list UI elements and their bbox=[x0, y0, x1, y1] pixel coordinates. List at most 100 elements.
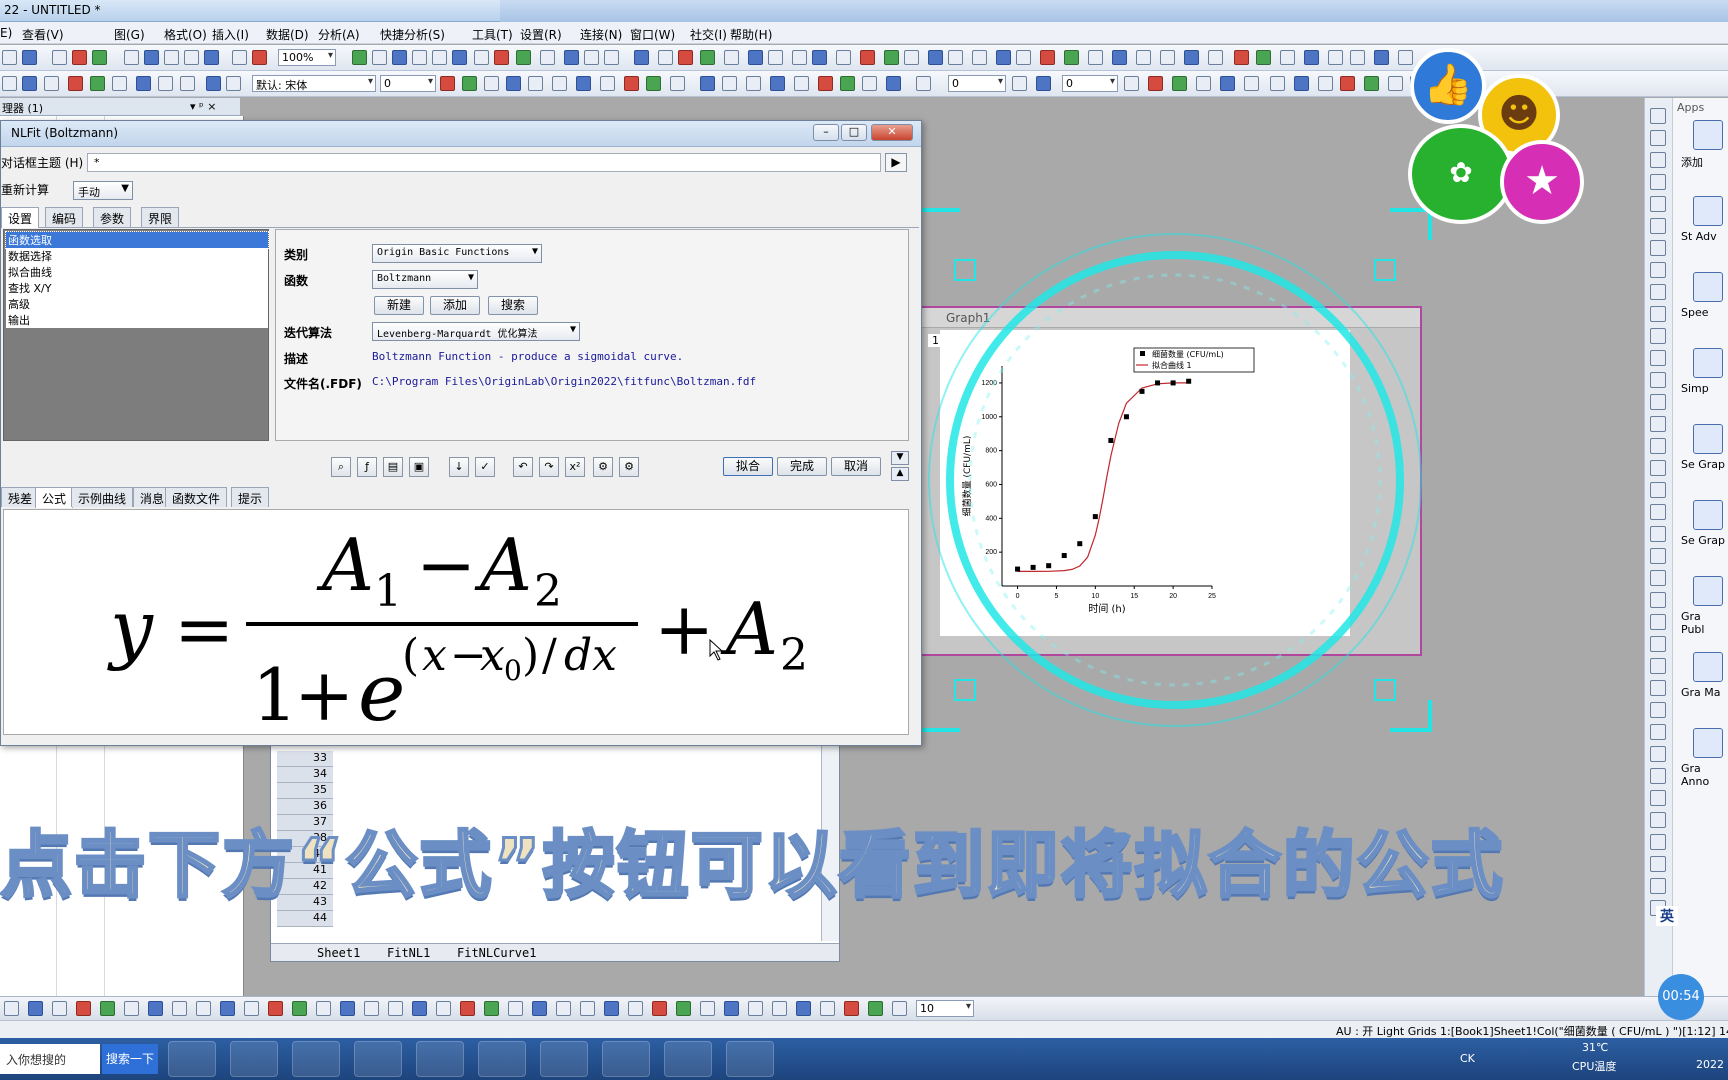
toolbar-tool-icon[interactable] bbox=[144, 50, 159, 65]
plot-tool-icon[interactable] bbox=[148, 1001, 163, 1016]
maximize-button[interactable]: □ bbox=[841, 124, 867, 141]
app-item[interactable]: Spee bbox=[1681, 270, 1727, 340]
sheet-tab[interactable]: FitNL1 bbox=[387, 946, 430, 960]
plot-tool-icon[interactable] bbox=[316, 1001, 331, 1016]
lower-tab-formula[interactable]: 公式 bbox=[35, 487, 74, 508]
toolbar-tool-icon[interactable] bbox=[670, 76, 685, 91]
toolbar-tool-icon[interactable] bbox=[634, 50, 649, 65]
toolbar-tool-icon[interactable] bbox=[22, 76, 37, 91]
graph-tool-icon[interactable] bbox=[1650, 658, 1666, 674]
graph-tool-icon[interactable] bbox=[1650, 416, 1666, 432]
toolbar-tool-icon[interactable] bbox=[1012, 76, 1027, 91]
plot-tool-icon[interactable] bbox=[724, 1001, 739, 1016]
graph-tool-icon[interactable] bbox=[1650, 218, 1666, 234]
graph-tool-icon[interactable] bbox=[1650, 614, 1666, 630]
menu-item[interactable]: 插入(I) bbox=[212, 26, 249, 43]
toolbar-tool-icon[interactable] bbox=[624, 76, 639, 91]
graph-tool-icon[interactable] bbox=[1650, 174, 1666, 190]
plot-tool-icon[interactable] bbox=[844, 1001, 859, 1016]
toolbar-tool-icon[interactable] bbox=[112, 76, 127, 91]
toolbar-tool-icon[interactable] bbox=[1088, 50, 1103, 65]
toolbar-tool-icon[interactable] bbox=[44, 76, 59, 91]
toolbar-tool-icon[interactable] bbox=[494, 50, 509, 65]
plot-tool-icon[interactable] bbox=[436, 1001, 451, 1016]
toolbar-tool-icon[interactable] bbox=[90, 76, 105, 91]
toolbar-tool-icon[interactable] bbox=[1364, 76, 1379, 91]
lower-tab-function-file[interactable]: 函数文件 bbox=[165, 487, 228, 507]
plot-tool-icon[interactable] bbox=[340, 1001, 355, 1016]
tab-settings[interactable]: 设置 bbox=[1, 207, 40, 228]
toolbar-tool-icon[interactable] bbox=[206, 76, 221, 91]
plot-tool-icon[interactable] bbox=[700, 1001, 715, 1016]
plot-tool-icon[interactable] bbox=[820, 1001, 835, 1016]
report-icon[interactable]: ▤ bbox=[383, 457, 403, 477]
taskbar-search-button[interactable]: 搜索一下 bbox=[102, 1044, 158, 1074]
toolbar-tool-icon[interactable] bbox=[1388, 76, 1403, 91]
plot-tool-icon[interactable] bbox=[28, 1001, 43, 1016]
graph-tool-icon[interactable] bbox=[1650, 108, 1666, 124]
toolbar-tool-icon[interactable] bbox=[92, 50, 107, 65]
plot-tool-icon[interactable] bbox=[748, 1001, 763, 1016]
app-item[interactable]: Se Grap bbox=[1681, 498, 1727, 568]
graph-tool-icon[interactable] bbox=[1650, 548, 1666, 564]
menu-item[interactable]: 社交(I) bbox=[690, 26, 727, 43]
toolbar-tool-icon[interactable] bbox=[506, 76, 521, 91]
toolbar-tool-icon[interactable] bbox=[1280, 50, 1295, 65]
plot-tool-icon[interactable] bbox=[532, 1001, 547, 1016]
bottom-zoom-combo[interactable]: 10 bbox=[916, 1000, 974, 1017]
app-item[interactable]: St Adv bbox=[1681, 194, 1727, 264]
menu-item[interactable]: 图(G) bbox=[114, 26, 145, 43]
save-icon[interactable]: ▣ bbox=[409, 457, 429, 477]
plot-tool-icon[interactable] bbox=[124, 1001, 139, 1016]
toolbar-tool-icon[interactable] bbox=[1328, 50, 1343, 65]
tree-item[interactable]: 函数选取 bbox=[5, 231, 269, 249]
plot-tool-icon[interactable] bbox=[772, 1001, 787, 1016]
toolbar-tool-icon[interactable] bbox=[180, 76, 195, 91]
menu-item[interactable]: 分析(A) bbox=[318, 26, 360, 43]
graph-tool-icon[interactable] bbox=[1650, 680, 1666, 696]
toolbar-tool-icon[interactable] bbox=[792, 50, 807, 65]
collapse-down-icon[interactable]: ▲ bbox=[891, 467, 909, 481]
toolbar-tool-icon[interactable] bbox=[996, 50, 1011, 65]
menu-item[interactable]: 工具(T) bbox=[472, 26, 513, 43]
redo-icon[interactable]: ↷ bbox=[539, 457, 559, 477]
toolbar-tool-icon[interactable] bbox=[184, 50, 199, 65]
undo-icon[interactable]: ↶ bbox=[513, 457, 533, 477]
graph-tool-icon[interactable] bbox=[1650, 636, 1666, 652]
file-explorer-icon[interactable] bbox=[168, 1041, 216, 1077]
done-button[interactable]: 完成 bbox=[777, 457, 827, 476]
toolbar-tool-icon[interactable] bbox=[1160, 50, 1175, 65]
theme-arrow-icon[interactable]: ▶ bbox=[885, 153, 907, 172]
plot-tool-icon[interactable] bbox=[460, 1001, 475, 1016]
plot-tool-icon[interactable] bbox=[412, 1001, 427, 1016]
tree-item[interactable]: 数据选择 bbox=[6, 248, 268, 264]
app-item[interactable]: Gra Publ bbox=[1681, 574, 1727, 644]
row-header[interactable]: 35 bbox=[277, 783, 333, 799]
plot-tool-icon[interactable] bbox=[628, 1001, 643, 1016]
lower-tab-sample-curve[interactable]: 示例曲线 bbox=[71, 487, 134, 507]
toolbar-tool-icon[interactable] bbox=[1234, 50, 1249, 65]
recalc-select[interactable]: 手动 ▼ bbox=[73, 181, 133, 200]
pin-icon[interactable]: ▾ ᵖ × bbox=[190, 100, 216, 113]
toolbar-tool-icon[interactable] bbox=[1112, 50, 1127, 65]
toolbar-tool-icon[interactable] bbox=[158, 76, 173, 91]
menu-item[interactable]: 设置(R) bbox=[520, 26, 562, 43]
app-item[interactable]: Gra Ma bbox=[1681, 650, 1727, 720]
graph-tool-icon[interactable] bbox=[1650, 306, 1666, 322]
algorithm-select[interactable]: Levenberg-Marquardt 优化算法 ▼ bbox=[372, 322, 580, 341]
toolbar-tool-icon[interactable] bbox=[124, 50, 139, 65]
pattern-combo[interactable]: 0 bbox=[1062, 75, 1118, 92]
toolbar-tool-icon[interactable] bbox=[972, 50, 987, 65]
tree-item[interactable]: 高级 bbox=[6, 296, 268, 312]
iterate-icon[interactable]: ⚙ bbox=[593, 457, 613, 477]
font-size-combo[interactable]: 0 bbox=[380, 75, 436, 92]
toolbar-tool-icon[interactable] bbox=[2, 50, 17, 65]
row-header[interactable]: 44 bbox=[277, 911, 333, 927]
toolbar-tool-icon[interactable] bbox=[412, 50, 427, 65]
toolbar-tool-icon[interactable] bbox=[1244, 76, 1259, 91]
graph-tool-icon[interactable] bbox=[1650, 372, 1666, 388]
toolbar-tool-icon[interactable] bbox=[164, 50, 179, 65]
toolbar-tool-icon[interactable] bbox=[1318, 76, 1333, 91]
tab-parameters[interactable]: 参数 bbox=[93, 207, 132, 227]
toolbar-tool-icon[interactable] bbox=[136, 76, 151, 91]
